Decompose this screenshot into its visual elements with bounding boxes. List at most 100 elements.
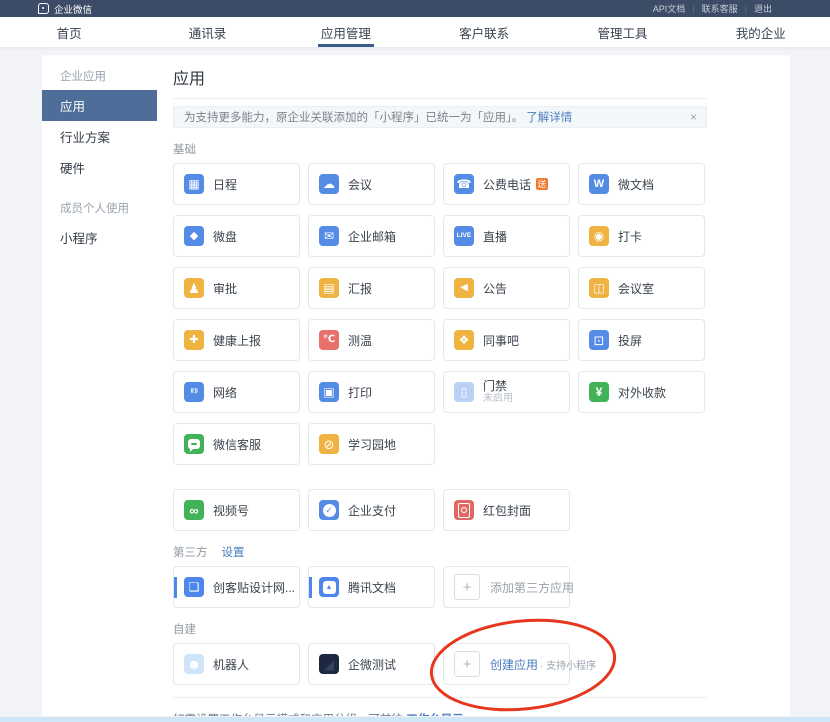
app-card-create-app[interactable]: +创建应用· 支持小程序: [443, 643, 570, 685]
app-grid: ▦日程☁会议☎公费电话送W微文档◆微盘✉企业邮箱LIVE直播◉打卡♟审批▤汇报◀…: [173, 163, 707, 465]
app-card-wedoc[interactable]: W 微文档: [578, 163, 705, 205]
app-name: 对外收款: [618, 384, 666, 401]
app-name: 测温: [348, 332, 372, 349]
megaphone-icon: ◀: [454, 278, 474, 298]
app-card-tencent-docs[interactable]: ▲腾讯文档: [308, 566, 435, 608]
section-header: 第三方设置: [173, 544, 707, 560]
topbar: 企业微信 API文档|联系客服|退出: [0, 0, 830, 17]
app-card-wecom-test[interactable]: ◢企微测试: [308, 643, 435, 685]
app-card-report[interactable]: ▤汇报: [308, 267, 435, 309]
sidebar-group: 成员个人使用小程序: [42, 193, 157, 253]
health-cross-icon: ✚: [184, 330, 204, 350]
thermometer-icon: ℃: [319, 330, 339, 350]
app-card-chuangkit[interactable]: ❏ 创客贴设计网...: [173, 566, 300, 608]
tab-home[interactable]: 首页: [0, 17, 138, 47]
icon-glyph: ◫: [593, 282, 604, 294]
section-header: 基础: [173, 141, 707, 157]
app-card-temperature[interactable]: ℃ 测温: [308, 319, 435, 361]
tencent-docs-logo-icon: ▲: [319, 577, 339, 597]
app-card-meeting[interactable]: ☁会议: [308, 163, 435, 205]
app-card-collect-payment[interactable]: ¥对外收款: [578, 371, 705, 413]
icon-glyph: ▣: [323, 386, 334, 398]
workbench-display-link[interactable]: 工作台显示: [406, 714, 464, 716]
app-name: 微文档: [618, 176, 654, 193]
section-label: 第三方: [173, 544, 208, 560]
chuangkit-logo-icon: ❏: [184, 577, 204, 597]
app-card-learning[interactable]: ⊘学习园地: [308, 423, 435, 465]
footer-text: 如需设置工作台显示模式和应用分组，可前往: [173, 714, 406, 716]
sidebar-item-hardware[interactable]: 硬件: [42, 152, 157, 183]
logo-accent-strip: [174, 577, 177, 598]
app-card-live[interactable]: LIVE 直播: [443, 215, 570, 257]
icon-glyph: [188, 439, 200, 449]
third-party-settings-link[interactable]: 设置: [222, 544, 245, 560]
app-card-approval[interactable]: ♟审批: [173, 267, 300, 309]
app-name: 直播: [483, 228, 507, 245]
learn-more-link[interactable]: 了解详情: [526, 109, 572, 125]
tab-contacts[interactable]: 通讯录: [138, 17, 276, 47]
tab-customer-contact[interactable]: 客户联系: [415, 17, 553, 47]
app-grid: ❏ 创客贴设计网... ▲腾讯文档+添加第三方应用: [173, 566, 707, 608]
main-nav: 首页通讯录应用管理客户联系管理工具我的企业: [0, 17, 830, 48]
icon-glyph: ♟: [188, 282, 200, 295]
app-card-wepay[interactable]: ✓ 企业支付: [308, 489, 435, 531]
sidebar-item-apps[interactable]: 应用: [42, 90, 157, 121]
bottom-strip: [0, 717, 830, 722]
logo-accent-strip: [309, 577, 312, 598]
section-label: 基础: [173, 141, 196, 157]
app-card-wechat-kf[interactable]: 微信客服: [173, 423, 300, 465]
app-card-network[interactable]: ((·)) 网络: [173, 371, 300, 413]
tab-app-management[interactable]: 应用管理: [277, 17, 415, 47]
icon-glyph: ❏: [189, 581, 200, 593]
app-name: 学习园地: [348, 436, 396, 453]
app-card-add-third-party[interactable]: +添加第三方应用: [443, 566, 570, 608]
app-name: 创客贴设计网...: [213, 579, 295, 596]
icon-glyph: ▦: [188, 178, 199, 190]
app-card-paid-call[interactable]: ☎公费电话送: [443, 163, 570, 205]
tab-my-company[interactable]: 我的企业: [692, 17, 830, 47]
live-icon: LIVE: [454, 226, 474, 246]
app-card-door-access[interactable]: ▯门禁未启用: [443, 371, 570, 413]
app-card-wedrive[interactable]: ◆微盘: [173, 215, 300, 257]
app-card-robot[interactable]: ☻机器人: [173, 643, 300, 685]
app-card-health-report[interactable]: ✚ 健康上报: [173, 319, 300, 361]
app-card-print[interactable]: ▣ 打印: [308, 371, 435, 413]
topbar-link-contact-support[interactable]: 联系客服: [702, 2, 738, 15]
icon-glyph: ◀: [460, 283, 468, 293]
app-card-screen-cast[interactable]: ⊡投屏: [578, 319, 705, 361]
app-name: 打印: [348, 384, 372, 401]
content-panel: 企业应用应用行业方案硬件成员个人使用小程序 应用 为支持更多能力，原企业关联添加…: [42, 55, 790, 716]
app-card-channels[interactable]: ∞视频号: [173, 489, 300, 531]
notification-banner: 为支持更多能力，原企业关联添加的「小程序」已统一为「应用」。了解详情 ×: [173, 106, 707, 128]
app-card-exmail[interactable]: ✉企业邮箱: [308, 215, 435, 257]
sidebar-item-mini-programs[interactable]: 小程序: [42, 222, 157, 253]
app-card-red-packet-cover[interactable]: 红包封面: [443, 489, 570, 531]
app-name: 网络: [213, 384, 237, 401]
main-content: 应用 为支持更多能力，原企业关联添加的「小程序」已统一为「应用」。了解详情 × …: [157, 55, 707, 716]
app-card-colleague-bar[interactable]: ❖同事吧: [443, 319, 570, 361]
cloud-meeting-icon: ☁: [319, 174, 339, 194]
icon-glyph: ∞: [189, 504, 198, 517]
app-name: 企业支付: [348, 502, 396, 519]
section-label: 自建: [173, 621, 196, 637]
topbar-links: API文档|联系客服|退出: [653, 2, 772, 15]
wepay-check-icon: ✓: [319, 500, 339, 520]
topbar-link-logout[interactable]: 退出: [754, 2, 772, 15]
add-sublabel: · 支持小程序: [540, 657, 596, 672]
app-card-meeting-room[interactable]: ◫会议室: [578, 267, 705, 309]
router-icon: ((·)): [184, 382, 204, 402]
app-name: 微信客服: [213, 436, 261, 453]
app-card-announcement[interactable]: ◀公告: [443, 267, 570, 309]
app-card-schedule[interactable]: ▦日程: [173, 163, 300, 205]
app-card-checkin[interactable]: ◉打卡: [578, 215, 705, 257]
chat-bubble-icon: [184, 434, 204, 454]
wedoc-w-icon: W: [589, 174, 609, 194]
icon-glyph: ☻: [187, 657, 202, 671]
close-icon[interactable]: ×: [690, 107, 697, 128]
sidebar-item-industry-solutions[interactable]: 行业方案: [42, 121, 157, 152]
app-name: 健康上报: [213, 332, 261, 349]
tab-management-tools[interactable]: 管理工具: [553, 17, 691, 47]
app-name: 投屏: [618, 332, 642, 349]
topbar-link-api-docs[interactable]: API文档: [653, 2, 686, 15]
icon-glyph: ◢: [324, 658, 334, 671]
